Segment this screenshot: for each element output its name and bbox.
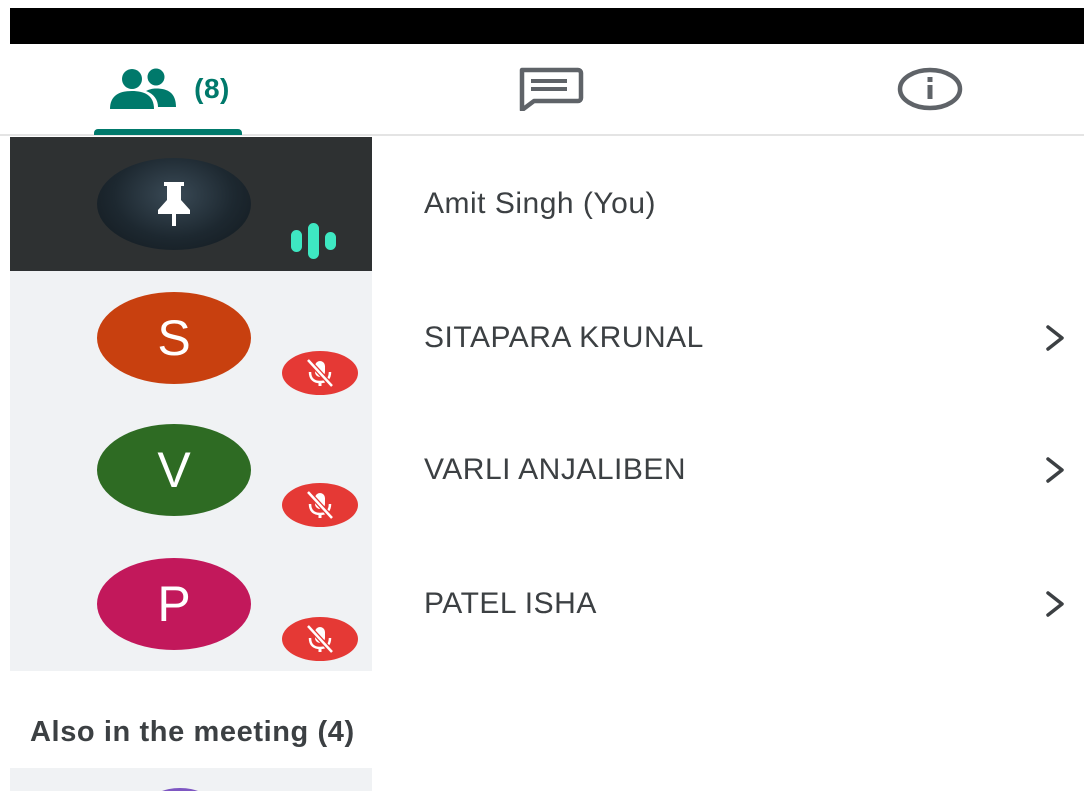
mic-off-icon — [306, 358, 334, 388]
active-tab-indicator — [94, 129, 242, 135]
tab-bar: (8) — [0, 44, 1084, 136]
tab-chat[interactable] — [470, 44, 630, 134]
speaking-icon — [291, 223, 336, 259]
mic-off-badge — [282, 483, 358, 527]
participant-tile[interactable] — [10, 768, 372, 791]
participant-row[interactable]: P PATEL ISHA — [0, 537, 1084, 671]
chevron-right-icon[interactable] — [1042, 403, 1068, 537]
participant-name: SITAPARA KRUNAL — [424, 321, 704, 354]
tab-info[interactable] — [860, 44, 1000, 134]
participant-row[interactable]: Amit Singh (You) — [0, 137, 1084, 271]
participant-tile: V — [10, 403, 372, 537]
avatar: P — [97, 558, 251, 650]
pin-icon — [158, 182, 190, 226]
participant-row[interactable]: V VARLI ANJALIBEN — [0, 403, 1084, 537]
mic-off-icon — [306, 490, 334, 520]
participant-count: (8) — [194, 73, 230, 104]
mic-off-icon — [306, 624, 334, 654]
avatar: V — [97, 424, 251, 516]
status-bar — [10, 8, 1084, 44]
chevron-right-icon[interactable] — [1042, 537, 1068, 671]
chat-icon — [519, 67, 584, 111]
participant-name: Amit Singh (You) — [424, 187, 657, 220]
avatar — [97, 158, 251, 250]
mic-off-badge — [282, 617, 358, 661]
participant-tile: S — [10, 271, 372, 405]
people-icon — [110, 68, 177, 109]
chevron-right-icon[interactable] — [1042, 271, 1068, 405]
mic-off-badge — [282, 351, 358, 395]
participant-tile — [10, 137, 372, 271]
participant-tile: P — [10, 537, 372, 671]
participant-name: PATEL ISHA — [424, 587, 597, 620]
tab-people[interactable]: (8) — [94, 44, 242, 134]
participant-name: VARLI ANJALIBEN — [424, 453, 687, 486]
section-title: Also in the meeting (4) — [30, 716, 355, 748]
avatar: S — [97, 292, 251, 384]
info-icon — [897, 67, 963, 111]
participant-row[interactable]: S SITAPARA KRUNAL — [0, 271, 1084, 405]
